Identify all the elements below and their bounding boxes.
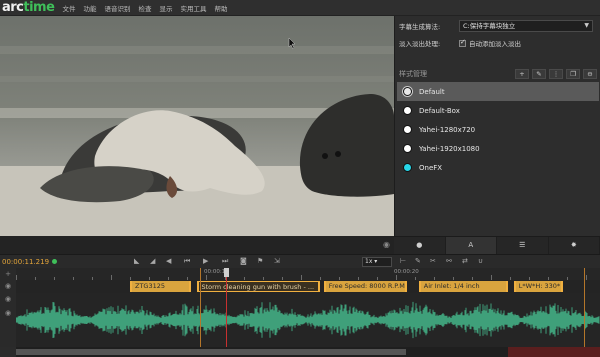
style-color-dot bbox=[403, 163, 412, 172]
play-icon[interactable]: ▶ bbox=[203, 257, 208, 265]
style-item[interactable]: Yahei-1920x1080 bbox=[397, 139, 599, 158]
fade-label: 淡入淡出处理: bbox=[399, 40, 441, 48]
style-item[interactable]: Default bbox=[397, 82, 599, 101]
scrollbar-thumb[interactable] bbox=[16, 349, 406, 355]
style-color-dot bbox=[403, 125, 412, 134]
style-list: Default Default-Box Yahei-1280x720 Yahei-19… bbox=[397, 82, 599, 177]
range-end-line bbox=[584, 268, 585, 347]
algo-select[interactable]: C:保持字幕块独立 ▼ bbox=[459, 20, 593, 32]
timecode-display: 00:00:11.219 bbox=[2, 257, 58, 266]
timeline-toolbar: 00:00:11.219 ◣ ◢ ◀ ⏮ ▶ ⏭ ◙ ⚑ ⇲ 1x ▾ ⊢ ✎ … bbox=[0, 254, 600, 268]
edit-style-button[interactable]: ✎ bbox=[532, 69, 546, 79]
style-name: OneFX bbox=[419, 163, 443, 172]
video-frame-seals bbox=[0, 16, 394, 236]
timecode-text: 00:00:11.219 bbox=[2, 257, 50, 266]
waveform-graphic bbox=[15, 301, 600, 339]
prev-subtitle-icon[interactable]: ◀ bbox=[166, 257, 171, 265]
gear-icon[interactable]: ✸ bbox=[549, 237, 600, 254]
subtitle-block[interactable]: ZTG3125 bbox=[130, 281, 191, 292]
style-item[interactable]: Yahei-1280x720 bbox=[397, 120, 599, 139]
audio-waveform[interactable] bbox=[15, 293, 600, 347]
timeline-ruler[interactable]: 00:00:10 00:00:20 bbox=[0, 268, 600, 280]
split-icon[interactable]: ⊢ bbox=[400, 257, 406, 265]
menu-help[interactable]: 帮助 bbox=[214, 3, 227, 13]
menu-function[interactable]: 功能 bbox=[83, 3, 96, 13]
eye-icon[interactable]: ◉ bbox=[383, 240, 390, 249]
edit-icon[interactable]: ✎ bbox=[415, 257, 421, 265]
scroll-out-of-range bbox=[508, 347, 600, 357]
merge-icon[interactable]: ⇄ bbox=[462, 257, 468, 265]
step-back-icon[interactable]: ⏮ bbox=[184, 257, 190, 266]
style-item[interactable]: OneFX bbox=[397, 158, 599, 177]
chevron-down-icon: ▼ bbox=[584, 22, 589, 29]
speed-value: 1x bbox=[365, 258, 373, 265]
logo-text-arc: arc bbox=[2, 0, 24, 15]
app-logo: arc time bbox=[2, 0, 55, 15]
fade-row: 淡入淡出处理: 自动添加淡入淡出 bbox=[399, 38, 521, 49]
audio-eye-icon[interactable]: ◉ bbox=[0, 309, 16, 317]
speed-select[interactable]: 1x ▾ bbox=[362, 257, 392, 267]
cut-icon[interactable]: ✂ bbox=[430, 257, 436, 265]
mark-out-icon[interactable]: ◢ bbox=[150, 257, 155, 265]
export-icon[interactable]: ⇲ bbox=[274, 257, 280, 265]
copy-style-button[interactable]: ❐ bbox=[566, 69, 580, 79]
range-start-line bbox=[200, 268, 201, 347]
more-options-button[interactable]: ⋮ bbox=[549, 69, 563, 79]
menu-check[interactable]: 检查 bbox=[138, 3, 151, 13]
add-track-icon[interactable]: + bbox=[0, 268, 16, 280]
subtitle-block[interactable]: Air Inlet: 1/4 inch bbox=[418, 281, 509, 292]
style-name: Yahei-1920x1080 bbox=[419, 144, 480, 153]
style-name: Default-Box bbox=[419, 106, 460, 115]
bookmark-icon[interactable]: ⚑ bbox=[257, 257, 263, 265]
fade-checkbox[interactable] bbox=[459, 38, 466, 47]
menu-display[interactable]: 显示 bbox=[159, 3, 172, 13]
style-manager-title: 样式管理 bbox=[399, 70, 427, 78]
style-color-dot bbox=[403, 144, 412, 153]
mark-in-icon[interactable]: ◣ bbox=[134, 257, 139, 265]
algo-row: 字幕生成算法: C:保持字幕块独立 ▼ bbox=[399, 20, 593, 32]
style-color-dot bbox=[403, 106, 412, 115]
subtitle-block[interactable]: L*W*H: 330* bbox=[513, 281, 564, 292]
menu-speech-recognition[interactable]: 语音识别 bbox=[104, 3, 130, 13]
style-manager-header: 样式管理 + ✎ ⋮ ❐ ⊖ bbox=[399, 68, 597, 80]
algo-select-value: C:保持字幕块独立 bbox=[463, 22, 516, 30]
snapshot-icon[interactable]: ◙ bbox=[240, 257, 247, 265]
waveform-path bbox=[15, 301, 600, 339]
subtitle-block[interactable]: Storm cleaning gun with brush - ... bbox=[196, 281, 320, 292]
step-forward-icon[interactable]: ⏭ bbox=[222, 257, 228, 266]
link-icon[interactable]: ⚯ bbox=[446, 257, 452, 265]
video-preview[interactable] bbox=[0, 16, 394, 236]
style-color-dot bbox=[403, 87, 412, 96]
style-item[interactable]: Default-Box bbox=[397, 101, 599, 120]
ruler-label: 00:00:20 bbox=[394, 269, 419, 275]
subtitle-track-eye-icon[interactable]: ◉ bbox=[0, 280, 16, 293]
timeline-scrollbar[interactable] bbox=[16, 347, 600, 357]
subtitle-block[interactable]: Free Speed: 8000 R.P.M. bbox=[323, 281, 408, 292]
subtitle-settings-panel: 字幕生成算法: C:保持字幕块独立 ▼ 淡入淡出处理: 自动添加淡入淡出 样式管… bbox=[394, 16, 600, 254]
playhead-line bbox=[226, 277, 227, 347]
waveform-eye-icon[interactable]: ◉ bbox=[0, 295, 16, 303]
waveform-track-header: ◉ ◉ bbox=[0, 293, 16, 347]
menu-bar: arc time 文件 功能 语音识别 检查 显示 实用工具 帮助 bbox=[0, 0, 600, 16]
style-name: Default bbox=[419, 87, 445, 96]
right-panel-tabs: ● A ☰ ✸ bbox=[394, 236, 600, 254]
status-dot bbox=[52, 259, 58, 264]
magnet-icon[interactable]: ∪ bbox=[478, 257, 483, 265]
video-footer-bar: ◉ bbox=[0, 236, 394, 254]
playhead-handle[interactable] bbox=[224, 268, 229, 277]
menu-file[interactable]: 文件 bbox=[62, 3, 75, 13]
fade-checkbox-label: 自动添加淡入淡出 bbox=[469, 40, 521, 48]
algo-label: 字幕生成算法: bbox=[399, 23, 441, 31]
list-icon[interactable]: ☰ bbox=[497, 237, 549, 254]
add-style-button[interactable]: + bbox=[515, 69, 529, 79]
style-name: Yahei-1280x720 bbox=[419, 125, 476, 134]
text-a-icon[interactable]: A bbox=[445, 237, 497, 254]
speech-bubble-icon[interactable]: ● bbox=[394, 237, 446, 254]
delete-style-button[interactable]: ⊖ bbox=[583, 69, 597, 79]
menu-tools[interactable]: 实用工具 bbox=[180, 3, 206, 13]
logo-text-time: time bbox=[23, 0, 55, 15]
subtitle-track[interactable]: ZTG3125 Storm cleaning gun with brush - .… bbox=[16, 280, 600, 293]
